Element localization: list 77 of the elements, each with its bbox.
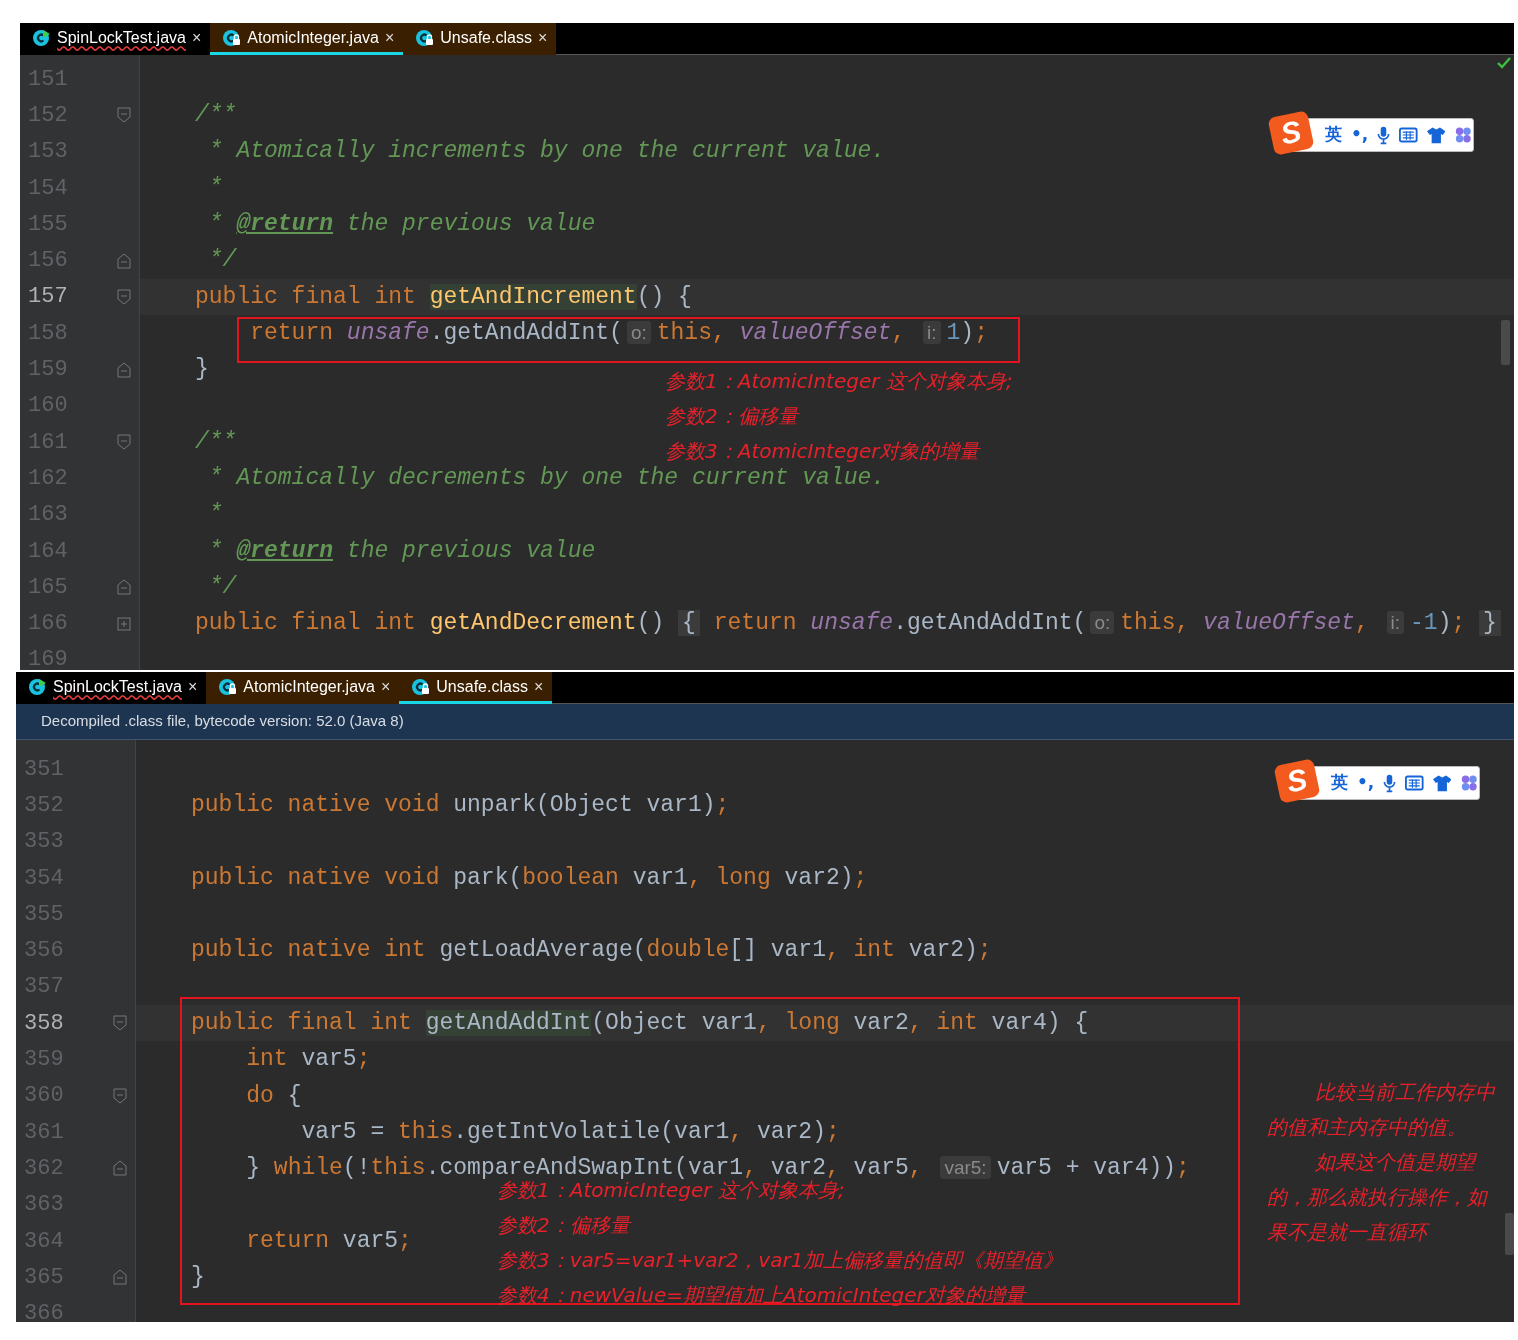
class-icon bbox=[411, 677, 431, 696]
fold-icon[interactable] bbox=[117, 252, 131, 269]
class-icon bbox=[32, 28, 51, 47]
microphone-icon[interactable] bbox=[1377, 125, 1391, 145]
annotation-text: 参数3：AtomicInteger对象的增量 bbox=[665, 438, 982, 464]
annotation-text: 参数2：偏移量 bbox=[665, 403, 801, 429]
info-banner: Decompiled .class file, bytecode version: 52.0 (Java 8) bbox=[16, 704, 1514, 740]
check-icon bbox=[1497, 57, 1511, 69]
code-line: } bbox=[191, 1263, 205, 1293]
class-icon bbox=[222, 28, 242, 47]
microphone-icon[interactable] bbox=[1383, 773, 1397, 793]
code-line: public final int getAndAddInt(Object var1, long var2, int var4) { bbox=[191, 1008, 1089, 1038]
code-line: var5 = this.getIntVolatile(var1, var2); bbox=[300, 1117, 840, 1147]
code-line: return var5; bbox=[245, 1226, 412, 1256]
code-line: * bbox=[207, 173, 223, 203]
scrollbar-thumb[interactable] bbox=[1505, 1213, 1514, 1255]
class-icon bbox=[218, 677, 238, 696]
fold-icon[interactable] bbox=[117, 579, 131, 596]
annotation-paragraph: 比较当前工作内存中的值和主内存中的值。 bbox=[1267, 1079, 1497, 1141]
annotation-text: 参数4：newValue=期望值加上AtomicInteger对象的增量 bbox=[497, 1282, 1028, 1308]
fold-icon[interactable] bbox=[117, 107, 131, 124]
fold-icon[interactable] bbox=[113, 1160, 127, 1177]
editor-tab[interactable]: AtomicInteger.java × bbox=[206, 672, 400, 704]
code-line: return unsafe.getAndAddInt( o: this, valueOffset, i: 1); bbox=[249, 318, 988, 348]
fold-icon[interactable] bbox=[117, 288, 131, 305]
close-icon[interactable]: × bbox=[533, 674, 544, 699]
code-line: do { bbox=[245, 1081, 302, 1111]
code-line: public final int getAndDecrement() { return unsafe.getAndAddInt( o: this, valueOffset, i: -1); } bbox=[195, 606, 1501, 641]
code-line: } bbox=[195, 355, 209, 385]
code-line: int var5; bbox=[245, 1045, 371, 1075]
close-icon[interactable]: × bbox=[537, 25, 548, 50]
line-number: 358 bbox=[24, 1009, 64, 1038]
close-icon[interactable]: × bbox=[191, 25, 202, 50]
keyboard-icon[interactable] bbox=[1399, 127, 1418, 143]
fold-icon[interactable] bbox=[117, 434, 131, 451]
editor-tab[interactable]: AtomicInteger.java × bbox=[210, 23, 404, 55]
code-line: public native int getLoadAverage(double[] var1, int var2); bbox=[191, 936, 992, 966]
code-line: */ bbox=[207, 246, 237, 276]
close-icon[interactable]: × bbox=[380, 674, 391, 699]
editor-tab[interactable]: Unsafe.class × bbox=[403, 23, 557, 55]
annotation-text: 参数2：偏移量 bbox=[497, 1212, 633, 1238]
close-icon[interactable]: × bbox=[384, 25, 395, 50]
code-line: * Atomically decrements by one the current value. bbox=[207, 464, 886, 494]
apps-icon[interactable] bbox=[1454, 125, 1473, 145]
line-number: 157 bbox=[28, 283, 68, 312]
annotation-paragraph: 如果这个值是期望的，那么就执行操作，如果不是就一直循环 bbox=[1267, 1149, 1489, 1246]
editor-tab[interactable]: Unsafe.class × bbox=[399, 672, 553, 704]
annotation-text: 参数1：AtomicInteger 这个对象本身; bbox=[497, 1178, 846, 1203]
language-toggle[interactable]: 英 bbox=[1325, 122, 1342, 148]
fold-icon[interactable] bbox=[113, 1087, 127, 1104]
code-line: public native void park(boolean var1, long var2); bbox=[191, 863, 868, 893]
code-line: * bbox=[207, 500, 223, 530]
punctuation-toggle[interactable]: •, bbox=[1351, 122, 1369, 148]
fold-icon[interactable] bbox=[117, 361, 131, 378]
code-line: * @return the previous value bbox=[207, 210, 596, 240]
code-line: */ bbox=[207, 573, 237, 603]
code-line: * @return the previous value bbox=[207, 536, 596, 566]
punctuation-toggle[interactable]: •, bbox=[1357, 770, 1375, 796]
language-toggle[interactable]: 英 bbox=[1331, 770, 1348, 796]
code-line: public native void unpark(Object var1); bbox=[191, 791, 730, 821]
keyboard-icon[interactable] bbox=[1405, 775, 1424, 791]
code-line: /** bbox=[195, 101, 237, 131]
shirt-icon[interactable] bbox=[1432, 774, 1452, 792]
shirt-icon[interactable] bbox=[1426, 126, 1446, 144]
fold-icon[interactable] bbox=[117, 615, 131, 632]
class-icon bbox=[415, 28, 435, 47]
code-line: * Atomically increments by one the current value. bbox=[207, 137, 886, 167]
fold-icon[interactable] bbox=[113, 1015, 127, 1032]
class-icon bbox=[28, 677, 47, 696]
apps-icon[interactable] bbox=[1460, 773, 1479, 793]
scrollbar-thumb[interactable] bbox=[1501, 320, 1510, 365]
annotation-text: 参数1：AtomicInteger 这个对象本身; bbox=[665, 368, 1013, 394]
close-icon[interactable]: × bbox=[187, 674, 198, 699]
annotation-text: 参数3：var5=var1+var2，var1加上偏移量的值即《期望值》 bbox=[497, 1247, 1064, 1273]
fold-icon[interactable] bbox=[113, 1269, 127, 1286]
code-line: /** bbox=[195, 427, 237, 457]
code-line: public final int getAndIncrement() { bbox=[195, 282, 692, 312]
